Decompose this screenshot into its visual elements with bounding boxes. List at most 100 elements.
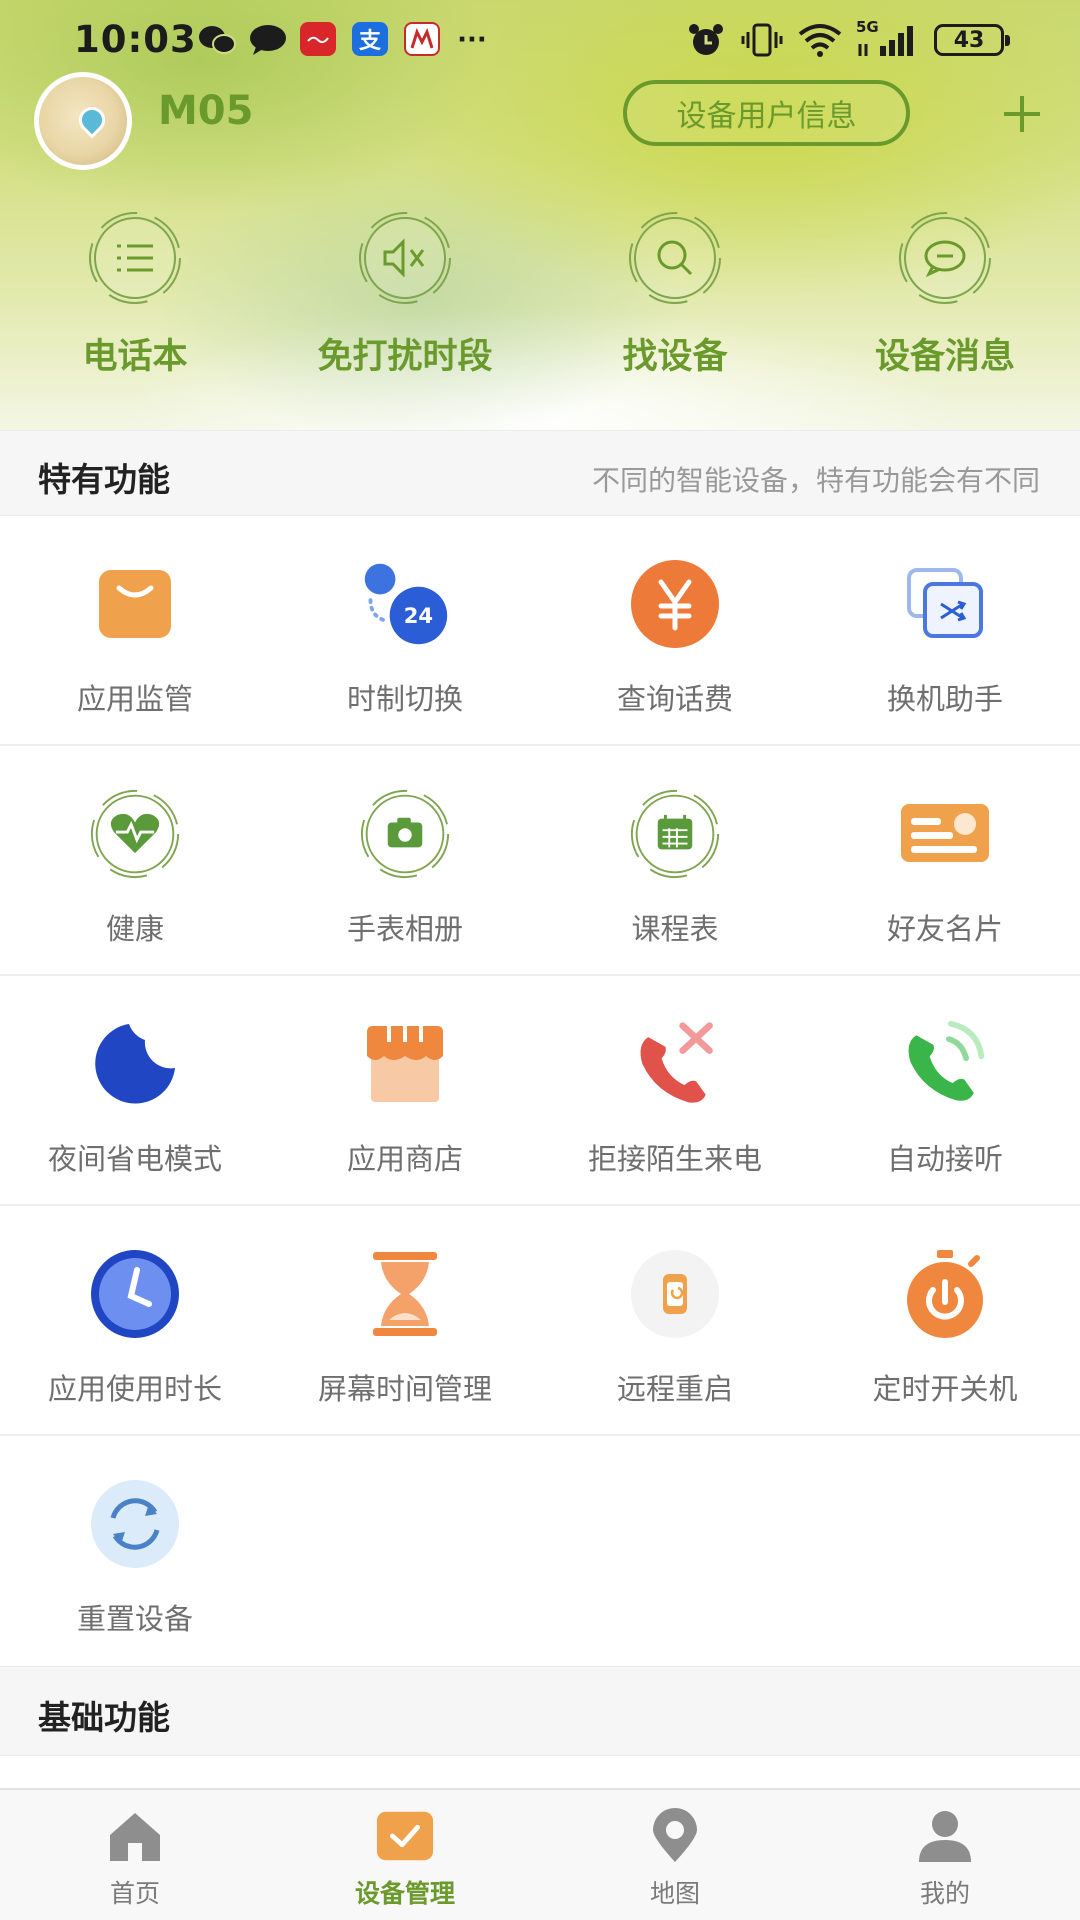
power-timer-icon xyxy=(899,1248,991,1340)
signal-5g-icon: 5G xyxy=(856,18,918,58)
feature-reject-unknown-calls[interactable]: 拒接陌生来电 xyxy=(540,976,810,1206)
section-title: 特有功能 xyxy=(38,460,170,499)
hourglass-icon xyxy=(359,1248,451,1340)
bank-app-icon xyxy=(404,22,440,56)
device-avatar[interactable] xyxy=(34,72,132,170)
battery-indicator: 43 xyxy=(934,24,1010,56)
feature-label: 应用使用时长 xyxy=(47,1372,222,1406)
svg-text:24: 24 xyxy=(404,603,433,628)
quick-action-device-messages[interactable]: 设备消息 xyxy=(865,210,1025,379)
feature-row: 重置设备 xyxy=(0,1436,1080,1666)
section-subtitle: 不同的智能设备，特有功能会有不同 xyxy=(591,464,1040,497)
feature-remote-restart[interactable]: 远程重启 xyxy=(540,1206,810,1436)
feature-row: 应用监管 24 时制切换 查询话费 换机助手 xyxy=(0,516,1080,746)
nav-label: 我的 xyxy=(919,1879,970,1908)
feature-label: 拒接陌生来电 xyxy=(587,1142,762,1176)
alipay-icon: 支 xyxy=(352,22,388,56)
calendar-icon xyxy=(629,788,721,880)
restart-watch-icon xyxy=(629,1248,721,1340)
header-banner: 10:03 支 ··· 5G 43 M05 设备用户信息 电话本 免打扰时段 找… xyxy=(0,0,1080,430)
quick-action-label: 免打扰时段 xyxy=(317,337,493,377)
feature-class-schedule[interactable]: 课程表 xyxy=(540,746,810,976)
moon-icon xyxy=(89,1018,181,1110)
feature-label: 应用监管 xyxy=(76,682,193,716)
feature-label: 夜间省电模式 xyxy=(47,1142,222,1176)
section-title: 基础功能 xyxy=(38,1698,170,1737)
feature-label: 自动接听 xyxy=(886,1142,1003,1176)
feature-reset-device[interactable]: 重置设备 xyxy=(0,1436,270,1666)
feature-label: 课程表 xyxy=(631,912,719,946)
feature-label: 重置设备 xyxy=(76,1602,193,1636)
nav-label: 设备管理 xyxy=(354,1879,455,1908)
swap-device-icon xyxy=(899,558,991,650)
shopping-bag-icon xyxy=(89,558,181,650)
bottom-navigation: 首页 设备管理 地图 我的 xyxy=(0,1788,1080,1920)
feature-app-usage-time[interactable]: 应用使用时长 xyxy=(0,1206,270,1436)
feature-label: 应用商店 xyxy=(346,1142,463,1176)
wifi-icon xyxy=(796,22,844,58)
quick-action-find-device[interactable]: 找设备 xyxy=(595,210,755,379)
feature-app-supervision[interactable]: 应用监管 xyxy=(0,516,270,746)
quick-action-phonebook[interactable]: 电话本 xyxy=(55,210,215,379)
heart-icon xyxy=(89,788,181,880)
user-icon xyxy=(915,1808,975,1864)
clock-icon xyxy=(89,1248,181,1340)
vibrate-icon xyxy=(740,22,784,58)
nav-device-management[interactable]: 设备管理 xyxy=(270,1790,540,1920)
feature-time-format[interactable]: 24 时制切换 xyxy=(270,516,540,746)
device-user-info-button[interactable]: 设备用户信息 xyxy=(623,80,910,146)
feature-row: 夜间省电模式 应用商店 拒接陌生来电 自动接听 xyxy=(0,976,1080,1206)
status-bar: 10:03 支 ··· 5G 43 xyxy=(0,0,1080,80)
device-manage-icon xyxy=(375,1808,435,1864)
24h-icon: 24 xyxy=(359,558,451,650)
feature-night-power-saving[interactable]: 夜间省电模式 xyxy=(0,976,270,1206)
feature-query-balance[interactable]: 查询话费 xyxy=(540,516,810,746)
camera-icon xyxy=(359,788,451,880)
reject-call-icon xyxy=(629,1018,721,1110)
location-pin-icon xyxy=(73,101,111,139)
more-notifications-icon: ··· xyxy=(457,25,487,55)
feature-row: 健康 手表相册 课程表 好友名片 xyxy=(0,746,1080,976)
nav-label: 地图 xyxy=(649,1879,700,1908)
nav-map[interactable]: 地图 xyxy=(540,1790,810,1920)
feature-label: 远程重启 xyxy=(616,1372,733,1406)
message-icon xyxy=(248,22,288,58)
feature-app-store[interactable]: 应用商店 xyxy=(270,976,540,1206)
feature-screen-time-management[interactable]: 屏幕时间管理 xyxy=(270,1206,540,1436)
basic-features-header: 基础功能 xyxy=(0,1666,1080,1756)
feature-label: 换机助手 xyxy=(886,682,1003,716)
yen-icon xyxy=(629,558,721,650)
quick-action-label: 设备消息 xyxy=(874,337,1015,377)
quick-action-do-not-disturb[interactable]: 免打扰时段 xyxy=(317,210,493,379)
quick-action-label: 电话本 xyxy=(82,337,188,377)
wechat-icon xyxy=(196,22,238,58)
feature-health[interactable]: 健康 xyxy=(0,746,270,976)
feature-friend-card[interactable]: 好友名片 xyxy=(810,746,1080,976)
feature-label: 屏幕时间管理 xyxy=(317,1372,492,1406)
special-features-header: 特有功能 不同的智能设备，特有功能会有不同 xyxy=(0,430,1080,516)
plus-icon[interactable] xyxy=(996,88,1048,140)
mute-icon xyxy=(357,210,453,306)
nav-label: 首页 xyxy=(109,1879,160,1908)
home-icon xyxy=(105,1808,165,1864)
feature-label: 健康 xyxy=(105,912,164,946)
feature-watch-album[interactable]: 手表相册 xyxy=(270,746,540,976)
feature-phone-transfer[interactable]: 换机助手 xyxy=(810,516,1080,746)
device-name[interactable]: M05 xyxy=(158,88,253,134)
feature-scheduled-power[interactable]: 定时开关机 xyxy=(810,1206,1080,1436)
feature-label: 手表相册 xyxy=(346,912,463,946)
chat-icon xyxy=(897,210,993,306)
quick-action-label: 找设备 xyxy=(622,337,728,377)
card-icon xyxy=(899,788,991,880)
feature-label: 定时开关机 xyxy=(872,1372,1018,1406)
map-pin-icon xyxy=(645,1808,705,1864)
auto-answer-icon xyxy=(899,1018,991,1110)
list-icon xyxy=(87,210,183,306)
feature-auto-answer[interactable]: 自动接听 xyxy=(810,976,1080,1206)
search-icon xyxy=(627,210,723,306)
nav-me[interactable]: 我的 xyxy=(810,1790,1080,1920)
store-icon xyxy=(359,1018,451,1110)
app-red-icon xyxy=(300,22,336,56)
nav-home[interactable]: 首页 xyxy=(0,1790,270,1920)
feature-label: 查询话费 xyxy=(616,682,733,716)
